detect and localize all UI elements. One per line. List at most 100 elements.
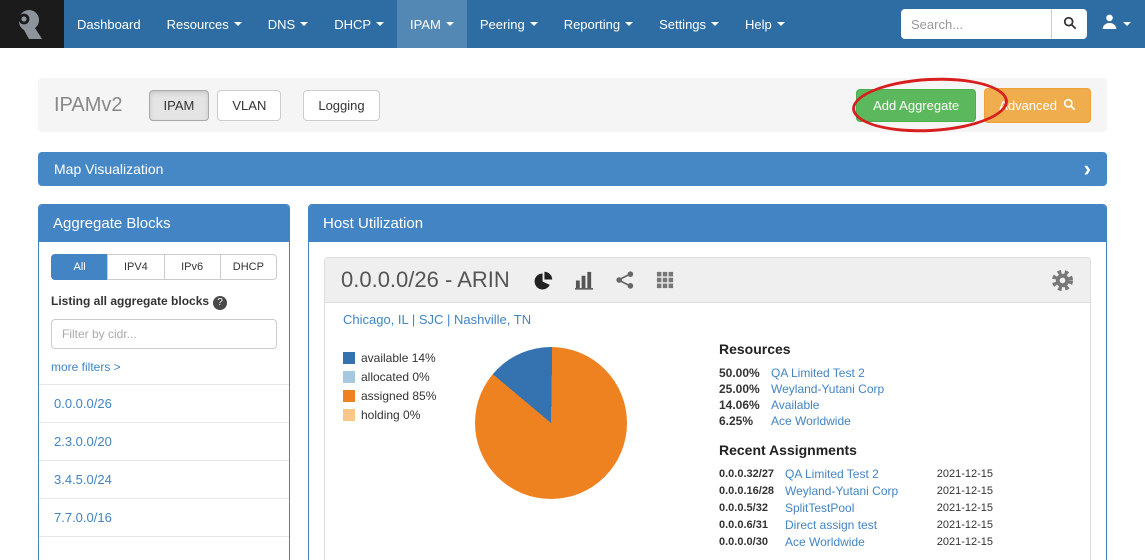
nav-item-help[interactable]: Help: [732, 0, 798, 48]
assignment-cidr: 0.0.0.16/28: [719, 483, 785, 500]
nav-label: DNS: [268, 17, 295, 32]
legend-label: assigned 85%: [361, 389, 436, 403]
legend-swatch: [343, 390, 355, 402]
list-item[interactable]: 7.7.0.0/16: [39, 498, 289, 536]
tab-vlan[interactable]: VLAN: [217, 90, 281, 121]
main-nav: Dashboard Resources DNS DHCP IPAM Peerin…: [64, 0, 798, 48]
list-item[interactable]: [39, 536, 289, 560]
main-content: Aggregate Blocks All IPV4 IPv6 DHCP List…: [38, 204, 1107, 560]
host-utilization-body: 0.0.0.0/26 - ARIN: [309, 242, 1106, 560]
assignment-date: 2021-12-15: [937, 517, 993, 534]
navbar-right: [901, 0, 1145, 48]
caret-down-icon: [300, 22, 308, 26]
assignment-link[interactable]: Weyland-Yutani Corp: [785, 483, 937, 500]
caret-down-icon: [234, 22, 242, 26]
help-icon[interactable]: ?: [213, 296, 227, 310]
nav-item-peering[interactable]: Peering: [467, 0, 551, 48]
aggregate-blocks-panel: Aggregate Blocks All IPV4 IPv6 DHCP List…: [38, 204, 290, 560]
nav-item-settings[interactable]: Settings: [646, 0, 732, 48]
aggregate-blocks-header: Aggregate Blocks: [39, 205, 289, 242]
assignment-row: 0.0.0.6/31 Direct assign test 2021-12-15: [719, 517, 993, 534]
caret-down-icon: [446, 22, 454, 26]
resource-link[interactable]: Weyland-Yutani Corp: [771, 381, 884, 397]
nav-item-dns[interactable]: DNS: [255, 0, 321, 48]
tab-ipam[interactable]: IPAM: [149, 90, 210, 121]
bar-chart-icon[interactable]: [575, 271, 594, 290]
caret-down-icon: [376, 22, 384, 26]
legend-swatch: [343, 371, 355, 383]
assignment-cidr: 0.0.0.32/27: [719, 466, 785, 483]
listing-label: Listing all aggregate blocks?: [51, 294, 277, 310]
assignment-link[interactable]: Direct assign test: [785, 517, 937, 534]
resource-row: 50.00% QA Limited Test 2: [719, 365, 993, 381]
resource-link[interactable]: QA Limited Test 2: [771, 365, 865, 381]
assignment-link[interactable]: QA Limited Test 2: [785, 466, 937, 483]
brand-logo[interactable]: [0, 0, 64, 48]
filter-tab-ipv4[interactable]: IPV4: [107, 254, 164, 280]
nav-label: Settings: [659, 17, 706, 32]
assignment-row: 0.0.0.32/27 QA Limited Test 2 2021-12-15: [719, 466, 993, 483]
tab-logging[interactable]: Logging: [303, 90, 379, 121]
navbar: Dashboard Resources DNS DHCP IPAM Peerin…: [0, 0, 1145, 48]
breadcrumb[interactable]: Chicago, IL | SJC | Nashville, TN: [325, 303, 1090, 329]
chevron-right-icon: ›: [1084, 162, 1091, 176]
legend-item: allocated 0%: [343, 370, 475, 384]
nav-item-resources[interactable]: Resources: [154, 0, 255, 48]
resource-link[interactable]: Ace Worldwide: [771, 413, 851, 429]
view-toolbar: [534, 271, 674, 290]
nav-item-reporting[interactable]: Reporting: [551, 0, 646, 48]
more-filters-link[interactable]: more filters >: [51, 360, 121, 374]
legend-swatch: [343, 409, 355, 421]
ram-logo-icon: [12, 5, 52, 44]
block-subpanel: 0.0.0.0/26 - ARIN: [324, 257, 1091, 560]
assignment-link[interactable]: SplitTestPool: [785, 500, 937, 517]
nav-item-dashboard[interactable]: Dashboard: [64, 0, 154, 48]
resource-pct: 6.25%: [719, 413, 771, 429]
recent-assignments-heading: Recent Assignments: [719, 442, 993, 458]
pie-chart-icon[interactable]: [534, 271, 553, 290]
add-aggregate-button[interactable]: Add Aggregate: [856, 89, 976, 122]
legend-item: assigned 85%: [343, 389, 475, 403]
nav-label: Help: [745, 17, 772, 32]
list-item[interactable]: 0.0.0.0/26: [39, 384, 289, 422]
filter-tabs: All IPV4 IPv6 DHCP: [51, 254, 277, 280]
resource-pct: 25.00%: [719, 381, 771, 397]
resource-link[interactable]: Available: [771, 397, 819, 413]
assignment-date: 2021-12-15: [937, 534, 993, 551]
assignment-row: 0.0.0.16/28 Weyland-Yutani Corp 2021-12-…: [719, 483, 993, 500]
assignment-date: 2021-12-15: [937, 500, 993, 517]
host-utilization-header: Host Utilization: [309, 205, 1106, 242]
advanced-label: Advanced: [999, 99, 1057, 112]
filter-tab-dhcp[interactable]: DHCP: [220, 254, 277, 280]
list-item[interactable]: 3.4.5.0/24: [39, 460, 289, 498]
map-visualization-bar[interactable]: Map Visualization ›: [38, 152, 1107, 186]
chart-area: available 14% allocated 0% assigned 85%: [325, 329, 1090, 560]
user-menu[interactable]: [1101, 13, 1131, 35]
header-actions: Add Aggregate Advanced: [856, 88, 1091, 123]
advanced-button[interactable]: Advanced: [984, 88, 1091, 123]
resources-heading: Resources: [719, 341, 993, 357]
gear-icon[interactable]: [1051, 269, 1074, 292]
filter-tab-all[interactable]: All: [51, 254, 108, 280]
caret-down-icon: [777, 22, 785, 26]
share-icon[interactable]: [616, 271, 634, 289]
chart-legend: available 14% allocated 0% assigned 85%: [343, 351, 475, 551]
nav-item-ipam[interactable]: IPAM: [397, 0, 467, 48]
grid-icon[interactable]: [656, 271, 674, 289]
pie-chart[interactable]: [475, 347, 627, 499]
host-utilization-panel: Host Utilization 0.0.0.0/26 - ARIN: [308, 204, 1107, 560]
list-item[interactable]: 2.3.0.0/20: [39, 422, 289, 460]
nav-label: Peering: [480, 17, 525, 32]
nav-label: Reporting: [564, 17, 620, 32]
legend-label: allocated 0%: [361, 370, 430, 384]
search-icon: [1063, 16, 1077, 33]
search-input[interactable]: [901, 9, 1051, 39]
assignment-link[interactable]: Ace Worldwide: [785, 534, 937, 551]
search-button[interactable]: [1051, 9, 1087, 39]
page-header: IPAMv2 IPAM VLAN Logging Add Aggregate A…: [38, 78, 1107, 132]
resource-row: 14.06% Available: [719, 397, 993, 413]
filter-tab-ipv6[interactable]: IPv6: [164, 254, 221, 280]
resource-pct: 50.00%: [719, 365, 771, 381]
cidr-filter-input[interactable]: [51, 319, 277, 349]
nav-item-dhcp[interactable]: DHCP: [321, 0, 397, 48]
